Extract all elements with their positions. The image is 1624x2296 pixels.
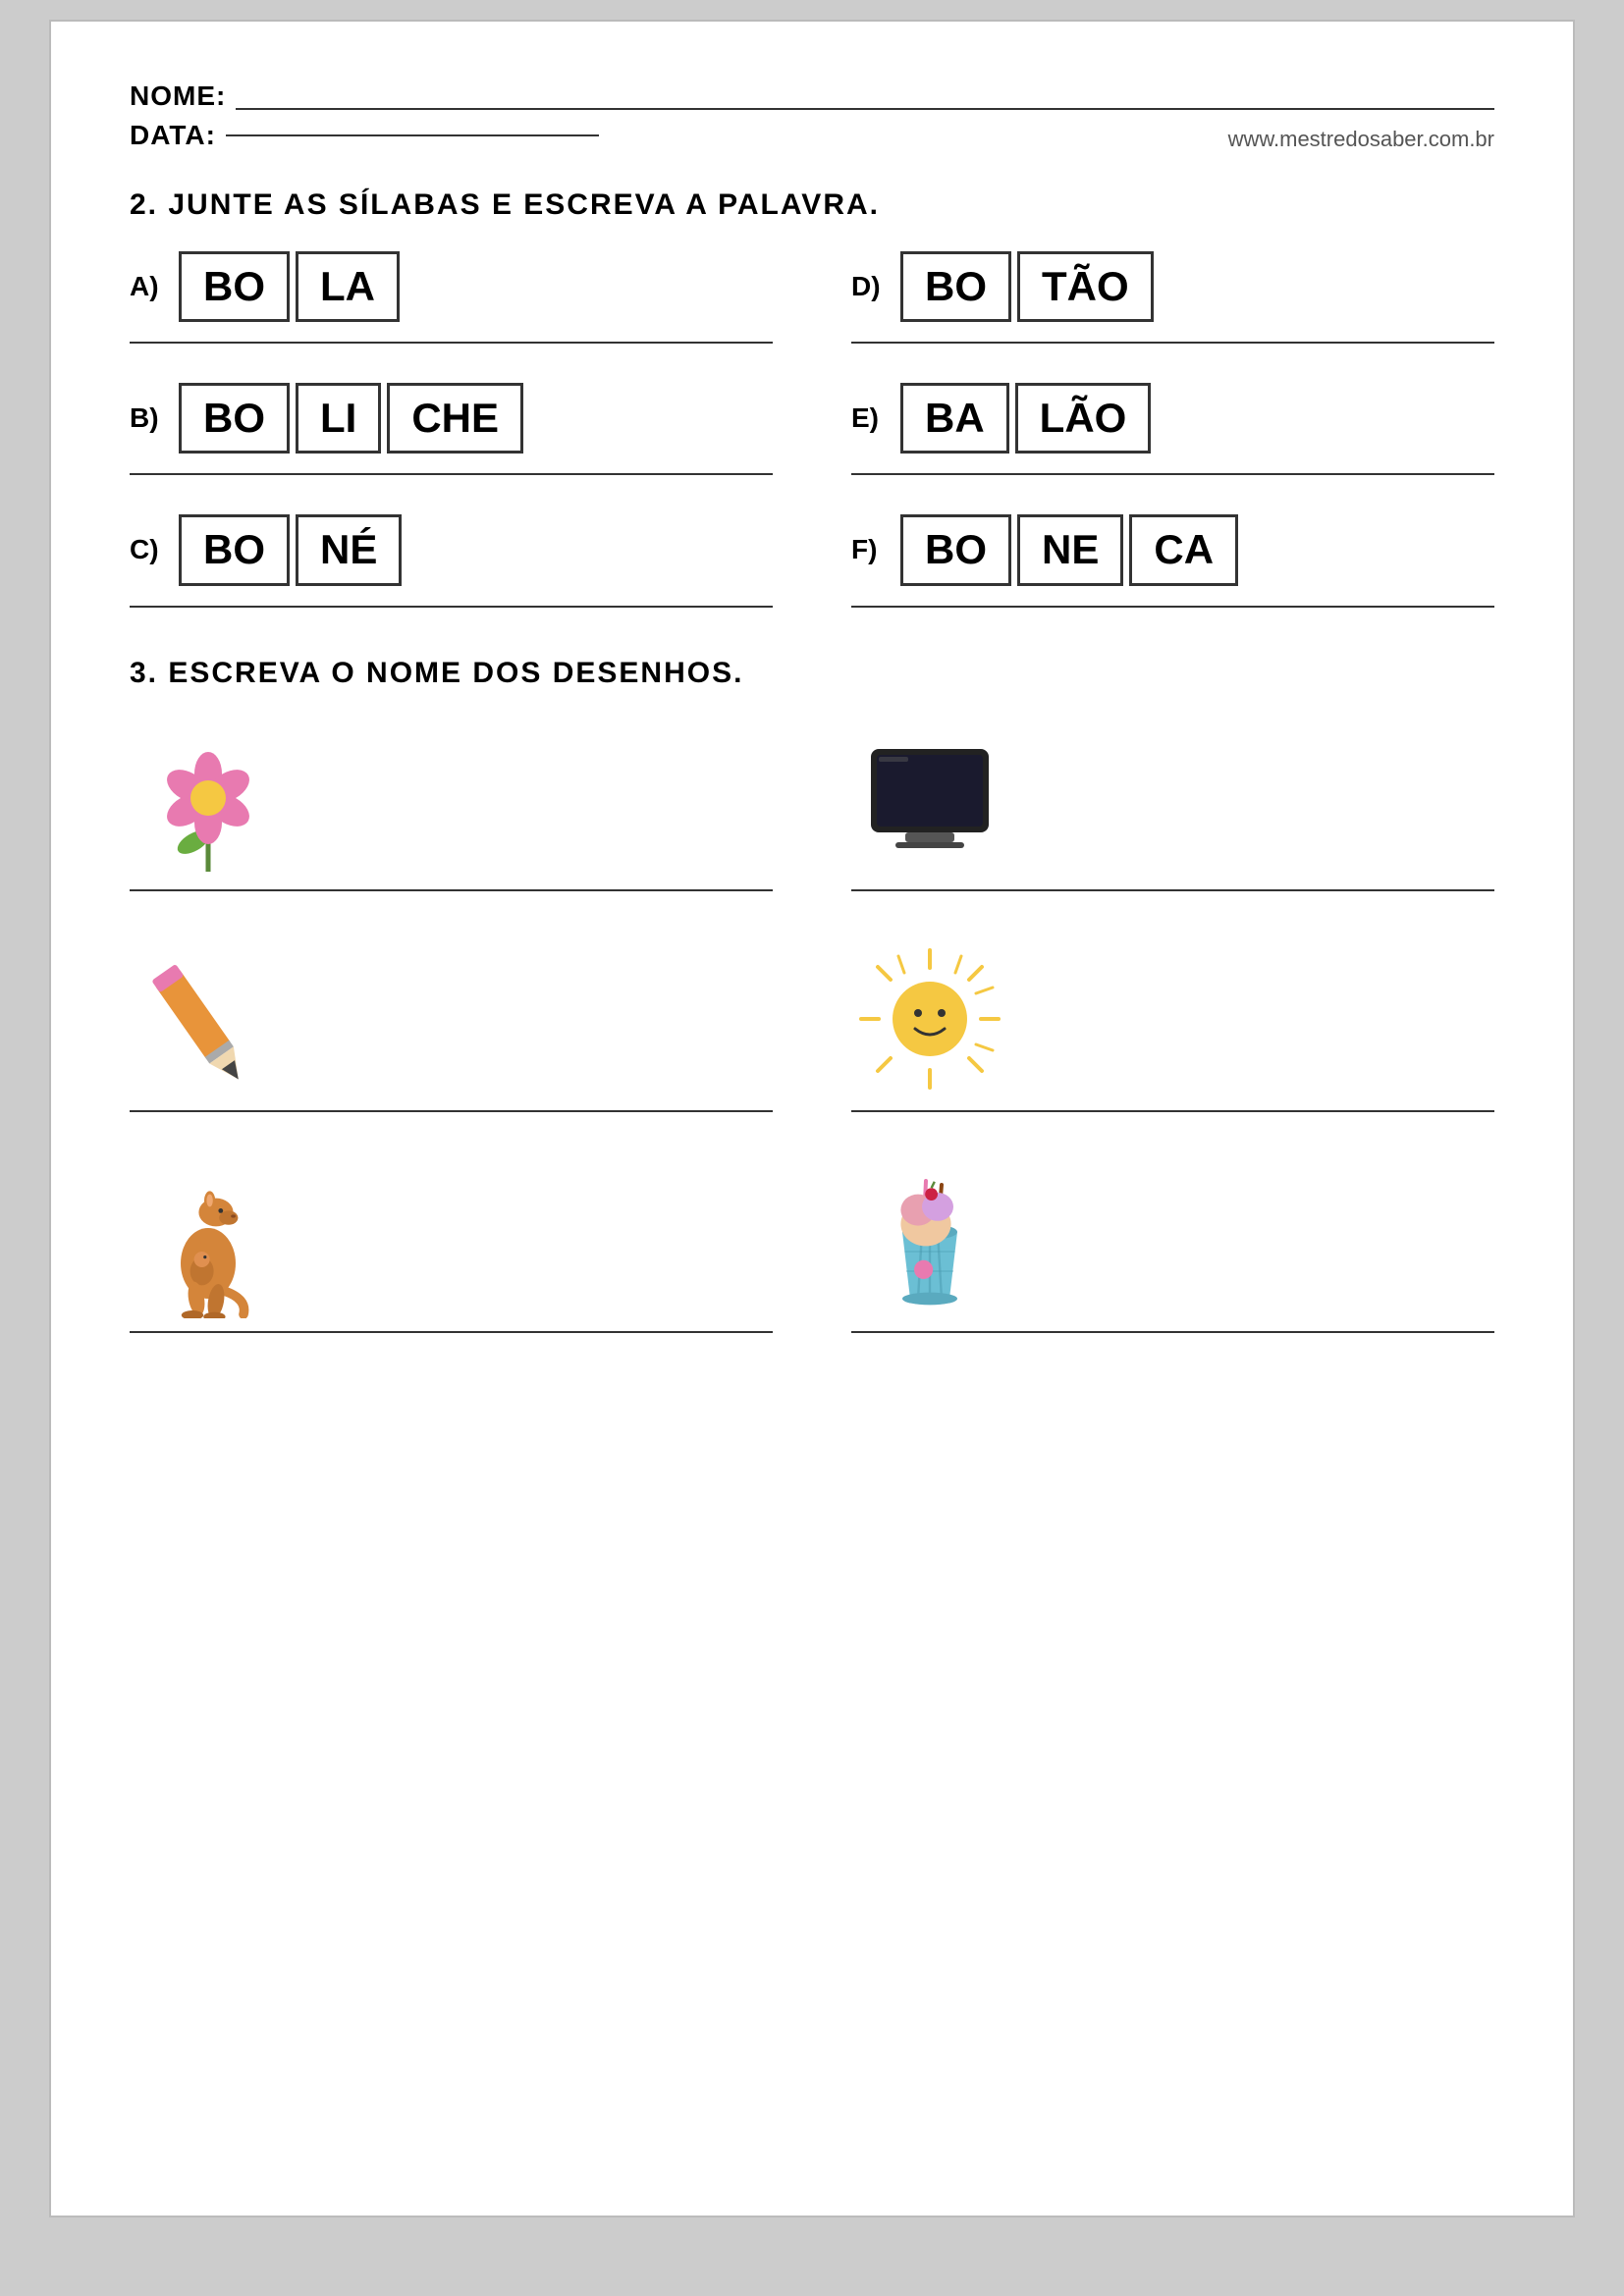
data-row: DATA: [130,120,599,151]
data-label: DATA: [130,120,216,151]
nome-underline [236,82,1494,110]
drawing-tv [851,720,1494,891]
exercise-b: B) BO LI CHE [130,383,773,475]
icecream-icon [851,1161,1008,1318]
sun-answer-line[interactable] [851,1110,1494,1112]
exercise-d-row: D) BO TÃO [851,251,1494,322]
exercise-e: E) BA LÃO [851,383,1494,475]
worksheet-page: NOME: DATA: www.mestredosaber.com.br 2. … [49,20,1575,2217]
tv-icon [851,720,1008,877]
syllable-ca: CA [1129,514,1238,585]
exercise-c-row: C) BO NÉ [130,514,773,585]
kangaroo-icon [130,1161,287,1318]
drawing-sun [851,940,1494,1112]
kangaroo-answer-line[interactable] [130,1331,773,1333]
sun-icon [851,940,1008,1097]
drawing-pencil [130,940,773,1112]
drawing-flower-row [130,720,773,877]
exercise-f: F) BO NE CA [851,514,1494,607]
syllable-tao: TÃO [1017,251,1154,322]
exercise-c: C) BO NÉ [130,514,773,607]
drawing-sun-row [851,940,1494,1097]
flower-icon [130,720,287,877]
exercise-e-answer[interactable] [851,473,1494,475]
syllable-lao: LÃO [1015,383,1152,454]
syllable-bo-b: BO [179,383,290,454]
exercise-e-row: E) BA LÃO [851,383,1494,454]
nome-label: NOME: [130,80,226,112]
syllable-bo-a: BO [179,251,290,322]
exercise-b-row: B) BO LI CHE [130,383,773,454]
exercise-b-label: B) [130,402,169,434]
flower-answer-line[interactable] [130,889,773,891]
section3-title: 3. ESCREVA O NOME DOS DESENHOS. [130,657,1494,690]
pencil-answer-line[interactable] [130,1110,773,1112]
syllable-la: LA [296,251,400,322]
exercise-a-answer[interactable] [130,342,773,344]
exercise-c-label: C) [130,534,169,565]
website-text: www.mestredosaber.com.br [1228,127,1494,152]
drawing-tv-row [851,720,1494,877]
exercise-a: A) BO LA [130,251,773,344]
drawings-grid [130,720,1494,1333]
syllable-bo-f: BO [900,514,1011,585]
syllable-bo-d: BO [900,251,1011,322]
pencil-icon [130,940,287,1097]
exercise-f-row: F) BO NE CA [851,514,1494,585]
syllable-ne-accent: NÉ [296,514,402,585]
exercise-d-label: D) [851,271,891,302]
exercise-a-row: A) BO LA [130,251,773,322]
section2-title: 2. JUNTE AS SÍLABAS E ESCREVA A PALAVRA. [130,188,1494,222]
syllable-bo-c: BO [179,514,290,585]
drawing-kangaroo-row [130,1161,773,1318]
exercise-d: D) BO TÃO [851,251,1494,344]
syllable-li: LI [296,383,381,454]
drawing-icecream-row [851,1161,1494,1318]
nome-row: NOME: [130,80,1494,112]
exercise-e-label: E) [851,402,891,434]
syllable-che: CHE [387,383,523,454]
syllable-ba: BA [900,383,1009,454]
drawing-flower [130,720,773,891]
drawing-icecream [851,1161,1494,1333]
icecream-answer-line[interactable] [851,1331,1494,1333]
tv-answer-line[interactable] [851,889,1494,891]
syllable-ne-f: NE [1017,514,1123,585]
exercise-c-answer[interactable] [130,606,773,608]
exercise-f-answer[interactable] [851,606,1494,608]
exercises-grid: A) BO LA D) BO TÃO B) BO LI CHE [130,251,1494,608]
drawing-kangaroo [130,1161,773,1333]
exercise-a-label: A) [130,271,169,302]
data-underline [226,134,599,136]
drawing-pencil-row [130,940,773,1097]
exercise-d-answer[interactable] [851,342,1494,344]
header: NOME: DATA: www.mestredosaber.com.br [130,80,1494,159]
exercise-b-answer[interactable] [130,473,773,475]
exercise-f-label: F) [851,534,891,565]
